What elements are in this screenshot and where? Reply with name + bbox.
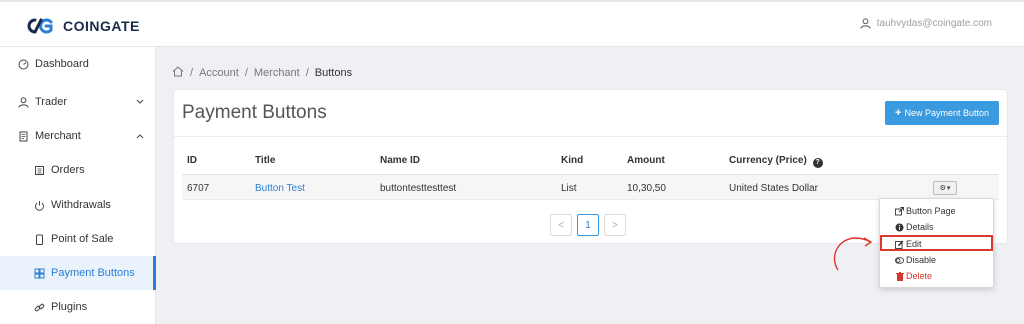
list-icon xyxy=(33,164,45,176)
sidebar-item-label: Plugins xyxy=(51,301,88,313)
home-icon[interactable] xyxy=(172,66,184,80)
breadcrumb-separator: / xyxy=(244,67,248,79)
menu-item-details[interactable]: Details xyxy=(880,219,995,235)
link-icon xyxy=(33,301,45,313)
column-header-kind[interactable]: Kind xyxy=(561,155,583,166)
sidebar-item-label: Withdrawals xyxy=(51,199,111,211)
breadcrumb-merchant[interactable]: Merchant xyxy=(254,67,300,79)
breadcrumb-account[interactable]: Account xyxy=(199,67,239,79)
sidebar-item-label: Point of Sale xyxy=(51,233,114,245)
column-header-id[interactable]: ID xyxy=(187,155,197,166)
gauge-icon xyxy=(17,58,29,70)
menu-item-button-page[interactable]: Button Page xyxy=(880,203,995,219)
column-header-currency-label: Currency (Price) xyxy=(729,155,807,166)
sidebar-item-withdrawals[interactable]: Withdrawals xyxy=(0,188,156,222)
menu-item-label: Disable xyxy=(906,255,937,265)
coingate-logo[interactable]: COINGATE xyxy=(23,17,140,35)
cell-amount: 10,30,50 xyxy=(627,183,666,194)
edit-highlight-box xyxy=(880,235,993,251)
toggle-icon xyxy=(895,256,904,265)
tablet-icon xyxy=(33,233,45,245)
menu-item-delete[interactable]: Delete xyxy=(880,268,995,284)
pagination-page-1[interactable]: 1 xyxy=(577,214,599,236)
sidebar-item-plugins[interactable]: Plugins xyxy=(0,290,156,324)
column-header-title[interactable]: Title xyxy=(255,155,275,166)
help-icon[interactable]: ? xyxy=(812,158,823,168)
annotation-arrow-icon xyxy=(833,237,873,271)
cell-name-id: buttontesttesttest xyxy=(380,183,457,194)
info-icon xyxy=(895,223,904,232)
cell-id: 6707 xyxy=(187,183,210,194)
pagination-next[interactable]: > xyxy=(604,214,626,236)
menu-item-label: Delete xyxy=(906,271,933,281)
sidebar-item-label: Merchant xyxy=(35,130,81,142)
new-payment-button[interactable]: + New Payment Button xyxy=(885,101,999,125)
sidebar-item-trader[interactable]: Trader xyxy=(0,85,156,119)
user-icon xyxy=(860,18,871,29)
trash-icon xyxy=(895,271,904,281)
cell-title-link[interactable]: Button Test xyxy=(255,183,305,194)
power-icon xyxy=(33,199,45,211)
user-menu[interactable]: tauhvydas@coingate.com xyxy=(860,18,992,29)
column-header-amount[interactable]: Amount xyxy=(627,155,665,166)
breadcrumb-buttons: Buttons xyxy=(314,67,353,79)
sidebar-item-payment-buttons[interactable]: Payment Buttons xyxy=(0,256,156,290)
plus-icon: + xyxy=(895,107,902,119)
gear-icon: ⚙ xyxy=(939,185,946,192)
external-link-icon xyxy=(895,206,904,216)
menu-item-disable[interactable]: Disable xyxy=(880,252,995,268)
breadcrumb-separator: / xyxy=(305,67,309,79)
user-icon xyxy=(17,96,29,108)
row-actions-button[interactable]: ⚙ ▾ xyxy=(933,181,957,195)
chevron-up-icon xyxy=(136,130,144,142)
sidebar-item-orders[interactable]: Orders xyxy=(0,153,156,187)
user-email: tauhvydas@coingate.com xyxy=(876,18,992,29)
pagination: < 1 > xyxy=(550,214,626,236)
sidebar-item-merchant[interactable]: Merchant xyxy=(0,119,156,153)
new-payment-button-label: New Payment Button xyxy=(904,108,989,118)
cell-kind: List xyxy=(561,183,577,194)
coingate-logo-icon xyxy=(27,18,53,34)
column-header-name-id[interactable]: Name ID xyxy=(380,155,420,166)
caret-down-icon: ▾ xyxy=(946,185,951,192)
brand-name: COINGATE xyxy=(63,18,140,34)
divider xyxy=(174,136,1007,137)
grid-icon xyxy=(33,267,45,279)
sidebar-item-label: Dashboard xyxy=(35,58,89,70)
sidebar: Dashboard Trader Merchant Orders Withdra… xyxy=(0,47,156,324)
sidebar-item-dashboard[interactable]: Dashboard xyxy=(0,47,156,81)
sidebar-item-label: Orders xyxy=(51,164,85,176)
column-header-currency[interactable]: Currency (Price) ? xyxy=(729,155,823,168)
pagination-prev[interactable]: < xyxy=(550,214,572,236)
sidebar-item-label: Payment Buttons xyxy=(51,267,135,279)
menu-item-label: Details xyxy=(906,222,934,232)
breadcrumb-separator: / xyxy=(190,67,194,79)
chevron-down-icon xyxy=(136,96,144,108)
sidebar-item-label: Trader xyxy=(35,96,67,108)
menu-item-label: Button Page xyxy=(906,206,956,216)
cell-currency: United States Dollar xyxy=(729,183,818,194)
breadcrumb: / Account / Merchant / Buttons xyxy=(172,66,352,80)
sidebar-item-point-of-sale[interactable]: Point of Sale xyxy=(0,222,156,256)
receipt-icon xyxy=(17,130,29,142)
top-bar: COINGATE tauhvydas@coingate.com xyxy=(0,0,1024,47)
page-title: Payment Buttons xyxy=(182,102,327,123)
